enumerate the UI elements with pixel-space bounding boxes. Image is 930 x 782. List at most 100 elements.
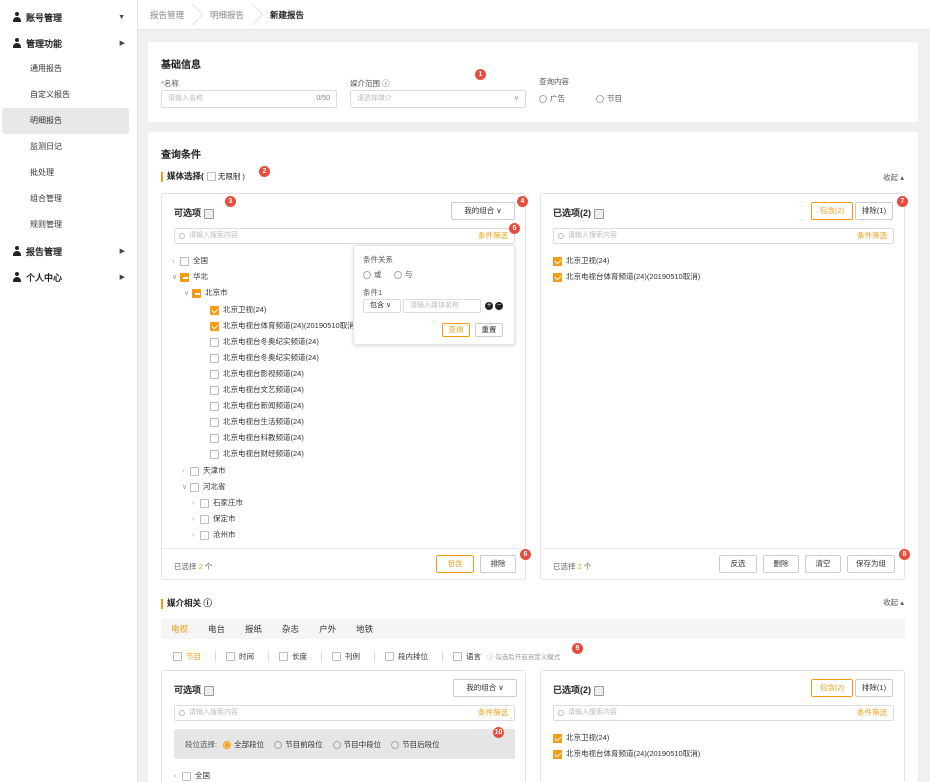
filter-link[interactable]: 条件筛选	[857, 229, 887, 243]
tree-node[interactable]: ∨ 河北省	[182, 480, 226, 494]
checkbox[interactable]	[453, 652, 462, 662]
checkbox[interactable]	[210, 305, 219, 315]
sidebar-item-combo-manage[interactable]: 组合管理	[2, 186, 129, 212]
segment-after[interactable]: 节目后段位	[391, 739, 440, 750]
fullscreen-icon[interactable]	[594, 685, 604, 696]
tab-exclude[interactable]: 排除(1)	[855, 679, 893, 697]
name-input[interactable]: 请输入名称 0/50	[161, 90, 337, 108]
fullscreen-icon[interactable]	[594, 208, 604, 219]
list-item[interactable]: 北京电视台体育频道(24)(20190510取消)	[553, 747, 700, 761]
segment-all[interactable]: 全部段位	[223, 739, 264, 750]
tree-node[interactable]: 北京电视台文艺频道(24)	[202, 383, 304, 397]
tree-node[interactable]: ∨ 北京市	[184, 286, 228, 300]
tab-radio[interactable]: 电台	[198, 619, 235, 639]
checkbox[interactable]	[200, 530, 209, 540]
search-input[interactable]: 请输入搜索内容 条件筛选	[174, 705, 515, 721]
field-checkbox[interactable]: 段内排位	[374, 650, 428, 662]
chevron-right-icon[interactable]: ›	[192, 497, 200, 511]
condition-input[interactable]: 请输入媒体名称	[403, 299, 481, 313]
filter-link[interactable]: 条件筛选	[857, 706, 887, 720]
checkbox[interactable]	[279, 652, 288, 662]
checkbox[interactable]	[553, 733, 562, 743]
search-input[interactable]: 请输入搜索内容 条件筛选	[174, 228, 515, 244]
tree-node[interactable]: 北京电视台体育频道(24)(20190510取消	[202, 319, 355, 333]
checkbox[interactable]	[210, 401, 219, 411]
chevron-down-icon[interactable]: ∨	[172, 271, 180, 285]
tree-node[interactable]: 北京电视台新闻频道(24)	[202, 399, 304, 413]
tree-node[interactable]: 北京电视台影视频道(24)	[202, 367, 304, 381]
tree-node[interactable]: 北京电视台冬奥纪实频道(24)	[202, 335, 319, 349]
unlimited-checkbox[interactable]	[206, 172, 216, 182]
tree-node[interactable]: › 保定市	[192, 512, 236, 526]
radio-ad[interactable]: 广告	[539, 93, 565, 104]
nav-group-report[interactable]: 报告管理 ▶	[0, 238, 137, 264]
sidebar-item-batch[interactable]: 批处理	[2, 160, 129, 186]
tree-node[interactable]: 北京电视台科教频道(24)	[202, 431, 304, 445]
checkbox[interactable]	[553, 749, 562, 759]
sidebar-item-rule-manage[interactable]: 规则管理	[2, 212, 129, 238]
checkbox[interactable]	[332, 652, 341, 662]
clear-button[interactable]: 清空	[805, 555, 841, 573]
search-input[interactable]: 请输入搜索内容 条件筛选	[553, 228, 894, 244]
checkbox[interactable]	[180, 272, 189, 282]
tab-include[interactable]: 包含(2)	[811, 202, 853, 220]
field-checkbox[interactable]: 长度	[268, 650, 307, 662]
checkbox[interactable]	[210, 417, 219, 427]
chevron-right-icon[interactable]: ›	[172, 255, 180, 269]
field-checkbox[interactable]: 语言	[442, 650, 481, 662]
tree-node[interactable]: 北京电视台财经频道(24)	[202, 447, 304, 461]
delete-button[interactable]: 删除	[763, 555, 799, 573]
checkbox[interactable]	[210, 433, 219, 443]
my-combo-dropdown[interactable]: 我的组合 ∨	[453, 679, 517, 697]
tab-subway[interactable]: 地铁	[346, 619, 383, 639]
sidebar-item-monitor-diary[interactable]: 监测日记	[2, 134, 129, 160]
field-checkbox[interactable]: 节目	[173, 651, 201, 662]
chevron-right-icon[interactable]: ›	[182, 465, 190, 479]
chevron-down-icon[interactable]: ∨	[182, 481, 190, 495]
tab-tv[interactable]: 电视	[161, 619, 198, 639]
list-item[interactable]: 北京电视台体育频道(24)(20190510取消)	[553, 270, 700, 284]
checkbox[interactable]	[200, 498, 209, 508]
condition-type-select[interactable]: 包含 ∨	[363, 299, 401, 313]
checkbox[interactable]	[553, 256, 562, 266]
tree-node[interactable]: › 天津市	[182, 464, 226, 478]
breadcrumb-item[interactable]: 报告管理	[138, 0, 198, 30]
list-item[interactable]: 北京卫视(24)	[553, 731, 609, 745]
tree-node[interactable]: › 全国	[172, 254, 208, 268]
fullscreen-icon[interactable]	[204, 208, 215, 219]
checkbox[interactable]	[190, 482, 199, 492]
checkbox[interactable]	[226, 652, 235, 662]
nav-group-personal[interactable]: 个人中心 ▶	[0, 264, 137, 290]
checkbox[interactable]	[190, 466, 199, 476]
tree-node[interactable]: 北京卫视(24)	[202, 303, 266, 317]
sidebar-item-detail-report[interactable]: 明细报告	[2, 108, 129, 134]
sidebar-item-custom-report[interactable]: 自定义报告	[2, 82, 129, 108]
segment-before[interactable]: 节目前段位	[274, 739, 323, 750]
radio-program[interactable]: 节目	[596, 93, 622, 104]
tree-node[interactable]: 北京电视台冬奥纪实频道(24)	[202, 351, 319, 365]
search-input[interactable]: 请输入搜索内容 条件筛选	[553, 705, 894, 721]
add-condition-icon[interactable]: +	[485, 302, 493, 310]
radio-and[interactable]: 与	[394, 269, 413, 280]
remove-condition-icon[interactable]: −	[495, 302, 503, 310]
radio-or[interactable]: 或	[363, 269, 382, 280]
chevron-down-icon[interactable]: ∨	[184, 287, 192, 301]
media-scope-select[interactable]: 请选择媒介 ∨	[350, 90, 526, 108]
checkbox[interactable]	[210, 337, 219, 347]
save-as-group-button[interactable]: 保存为组	[847, 555, 895, 573]
checkbox[interactable]	[553, 272, 562, 282]
invert-button[interactable]: 反选	[719, 555, 757, 573]
nav-group-manage[interactable]: 管理功能 ▶	[0, 30, 137, 56]
chevron-right-icon[interactable]: ›	[192, 529, 200, 543]
query-button[interactable]: 查询	[442, 323, 470, 337]
tree-node[interactable]: › 全国	[174, 769, 210, 782]
checkbox[interactable]	[182, 771, 191, 781]
tab-exclude[interactable]: 排除(1)	[855, 202, 893, 220]
nav-group-account[interactable]: 账号管理 ▼	[0, 4, 137, 30]
checkbox[interactable]	[210, 321, 219, 331]
include-button[interactable]: 包含	[436, 555, 474, 573]
field-checkbox[interactable]: 时间	[215, 650, 254, 662]
checkbox[interactable]	[210, 449, 219, 459]
tree-node[interactable]: › 石家庄市	[192, 496, 243, 510]
collapse-toggle[interactable]: 收起 ▴	[883, 172, 904, 183]
